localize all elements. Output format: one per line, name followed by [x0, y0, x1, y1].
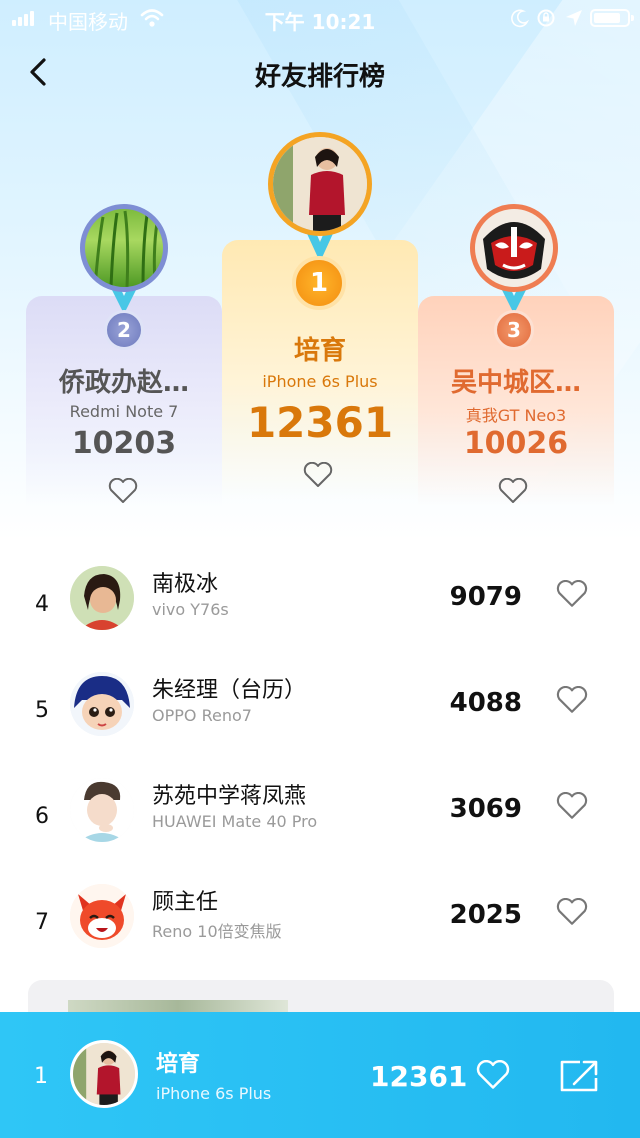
rank-number: 5 — [35, 698, 49, 723]
my-rank-number: 1 — [34, 1064, 48, 1089]
my-name: 培育 — [156, 1052, 201, 1077]
page-title: 好友排行榜 — [254, 62, 385, 92]
friend-name: 朱经理（台历） — [152, 678, 307, 703]
heart-icon[interactable] — [556, 792, 588, 820]
moon-icon — [511, 9, 530, 28]
ranking-row[interactable]: 6 苏苑中学蒋凤燕 HUAWEI Mate 40 Pro 3069 — [0, 770, 640, 870]
friend-device: OPPO Reno7 — [152, 706, 252, 725]
avatar[interactable] — [268, 132, 372, 236]
friend-device: vivo Y76s — [152, 600, 229, 619]
my-device: iPhone 6s Plus — [156, 1084, 272, 1103]
share-icon[interactable] — [558, 1056, 602, 1096]
rank-medal: 2 — [104, 310, 144, 350]
my-avatar[interactable] — [70, 1040, 138, 1108]
friend-name: 南极冰 — [152, 572, 219, 597]
friend-device: iPhone 6s Plus — [262, 372, 378, 391]
heart-icon[interactable] — [556, 898, 588, 926]
avatar[interactable] — [70, 884, 134, 948]
heart-icon[interactable] — [556, 580, 588, 608]
my-score: 12361 — [370, 1060, 468, 1093]
heart-icon[interactable] — [556, 686, 588, 714]
avatar[interactable] — [70, 672, 134, 736]
navigation-bar: 好友排行榜 — [0, 44, 640, 100]
rank-number: 1 — [309, 268, 329, 298]
rank-medal: 1 — [292, 256, 346, 310]
ranking-row[interactable]: 5 朱经理（台历） OPPO Reno7 4088 — [0, 664, 640, 764]
ranking-row[interactable]: 7 顾主任 Reno 10倍变焦版 2025 — [0, 876, 640, 976]
avatar[interactable] — [470, 204, 558, 292]
friend-score: 12361 — [246, 398, 394, 447]
avatar[interactable] — [80, 204, 168, 292]
status-bar: 中国移动 下午 10:21 — [0, 0, 640, 36]
rank-number: 3 — [507, 318, 521, 342]
rank-number: 6 — [35, 804, 49, 829]
location-arrow-icon — [566, 10, 582, 26]
rank-number: 4 — [35, 592, 49, 617]
friend-device: Reno 10倍变焦版 — [152, 922, 282, 941]
friend-score: 10026 — [463, 426, 569, 461]
heart-icon[interactable] — [303, 462, 333, 488]
friend-name: 吴中城区… — [450, 368, 581, 398]
friend-name: 苏苑中学蒋凤燕 — [152, 784, 307, 809]
friend-score: 4088 — [449, 688, 522, 718]
rank-number: 7 — [35, 910, 49, 935]
friend-device: Redmi Note 7 — [69, 402, 179, 421]
friend-device: HUAWEI Mate 40 Pro — [152, 812, 318, 831]
friend-score: 3069 — [449, 794, 522, 824]
heart-icon[interactable] — [498, 478, 528, 504]
my-rank-bar[interactable]: 1 培育 iPhone 6s Plus 12361 — [0, 1012, 640, 1138]
friend-name: 培育 — [293, 336, 346, 366]
friend-score: 10203 — [71, 426, 177, 461]
friend-name: 侨政办赵… — [58, 368, 189, 398]
avatar[interactable] — [70, 778, 134, 842]
rotation-lock-icon — [537, 9, 555, 27]
rank-medal: 3 — [494, 310, 534, 350]
friend-device: 真我GT Neo3 — [465, 406, 567, 425]
rank-number: 2 — [117, 318, 131, 342]
friend-score: 2025 — [449, 900, 522, 930]
ranking-row[interactable]: 4 南极冰 vivo Y76s 9079 — [0, 558, 640, 658]
avatar[interactable] — [70, 566, 134, 630]
heart-icon[interactable] — [108, 478, 138, 504]
battery-icon — [590, 9, 634, 27]
friend-score: 9079 — [449, 582, 522, 612]
heart-icon[interactable] — [476, 1060, 510, 1090]
friend-name: 顾主任 — [152, 890, 219, 915]
